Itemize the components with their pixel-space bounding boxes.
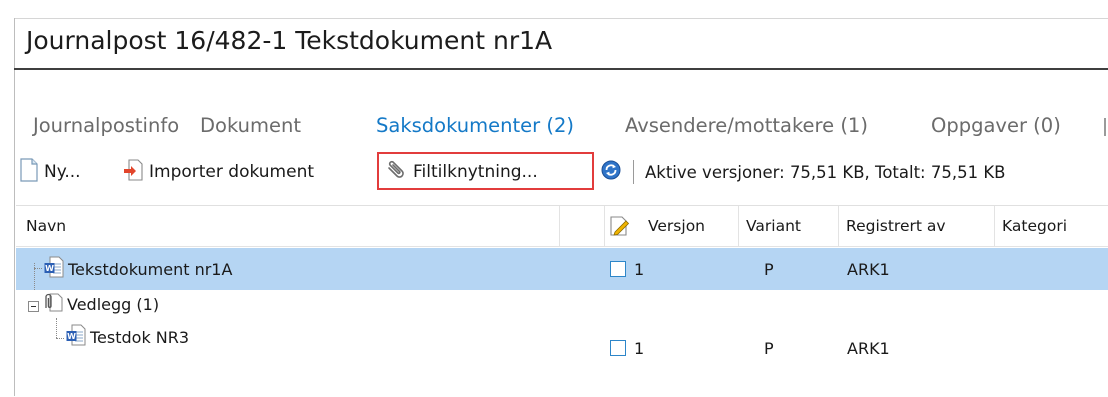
attachment-folder-icon xyxy=(41,291,63,317)
svg-text:W: W xyxy=(67,332,76,341)
row-version: 1 xyxy=(634,259,645,279)
table-row[interactable]: W Testdok NR3 1 P ARK1 xyxy=(16,318,1108,374)
column-divider[interactable] xyxy=(994,206,995,246)
import-document-button[interactable]: Importer dokument xyxy=(123,152,314,192)
tab-dokument[interactable]: Dokument xyxy=(200,114,301,137)
column-category[interactable]: Kategori xyxy=(1002,206,1067,246)
table-row-group[interactable]: Vedlegg (1) xyxy=(16,290,1108,318)
row-name-cell: Vedlegg (1) xyxy=(41,290,159,318)
size-status: Aktive versjoner: 75,51 KB, Totalt: 75,5… xyxy=(645,162,1006,182)
row-version: 1 xyxy=(634,338,645,358)
collapse-toggle[interactable] xyxy=(28,301,39,312)
column-divider[interactable] xyxy=(559,206,560,246)
row-version-cell: 1 xyxy=(610,248,644,290)
row-name-cell: W Testdok NR3 xyxy=(66,318,189,356)
import-document-label: Importer dokument xyxy=(149,162,315,182)
file-link-highlight-box xyxy=(377,152,594,190)
window-border-left xyxy=(14,18,15,396)
table-row[interactable]: W Tekstdokument nr1A 1 P ARK1 xyxy=(16,248,1108,290)
tab-journalpostinfo[interactable]: Journalpostinfo xyxy=(33,114,179,137)
row-version-cell: 1 xyxy=(610,328,644,368)
row-registered-by: ARK1 xyxy=(847,259,890,279)
window-border-top xyxy=(14,18,1108,19)
column-variant[interactable]: Variant xyxy=(746,206,801,246)
refresh-button[interactable] xyxy=(600,152,628,192)
column-divider[interactable] xyxy=(838,206,839,246)
tree-connector xyxy=(34,268,42,269)
column-name[interactable]: Navn xyxy=(26,206,66,246)
word-document-icon: W xyxy=(44,256,64,282)
column-registered-by[interactable]: Registrert av xyxy=(846,206,946,246)
refresh-icon xyxy=(600,159,622,186)
column-version[interactable]: Versjon xyxy=(648,206,705,246)
column-divider[interactable] xyxy=(604,206,605,246)
new-button-label: Ny... xyxy=(44,162,81,182)
new-button[interactable]: Ny... xyxy=(20,152,81,192)
row-checkbox[interactable] xyxy=(610,340,626,356)
new-document-icon xyxy=(20,157,38,187)
row-name: Testdok NR3 xyxy=(90,327,190,347)
tab-saksdokumenter[interactable]: Saksdokumenter (2) xyxy=(376,114,574,137)
tree-connector xyxy=(56,338,64,339)
row-name: Tekstdokument nr1A xyxy=(68,259,233,279)
tree-connector xyxy=(56,318,57,338)
toolbar: Ny... Importer dokument Filtilknytning..… xyxy=(20,152,1108,196)
row-checkbox[interactable] xyxy=(610,261,626,277)
grid-header: Navn Versjon Variant Registrert av Kateg… xyxy=(16,206,1108,247)
toolbar-separator xyxy=(633,160,634,184)
title-divider xyxy=(14,68,1108,70)
row-name: Vedlegg (1) xyxy=(67,294,160,314)
tab-avsendere-mottakere[interactable]: Avsendere/mottakere (1) xyxy=(625,114,868,137)
word-document-icon: W xyxy=(66,324,86,350)
svg-text:W: W xyxy=(45,264,54,273)
row-name-cell: W Tekstdokument nr1A xyxy=(44,248,232,290)
row-registered-by: ARK1 xyxy=(847,338,890,358)
row-variant: P xyxy=(764,338,774,358)
edit-column-icon[interactable] xyxy=(609,206,631,246)
window-title: Journalpost 16/482-1 Tekstdokument nr1A xyxy=(26,26,553,55)
tab-overflow-indicator[interactable] xyxy=(1104,118,1106,136)
column-divider[interactable] xyxy=(738,206,739,246)
import-icon xyxy=(123,158,143,186)
row-variant: P xyxy=(764,259,774,279)
tab-oppgaver[interactable]: Oppgaver (0) xyxy=(931,114,1061,137)
